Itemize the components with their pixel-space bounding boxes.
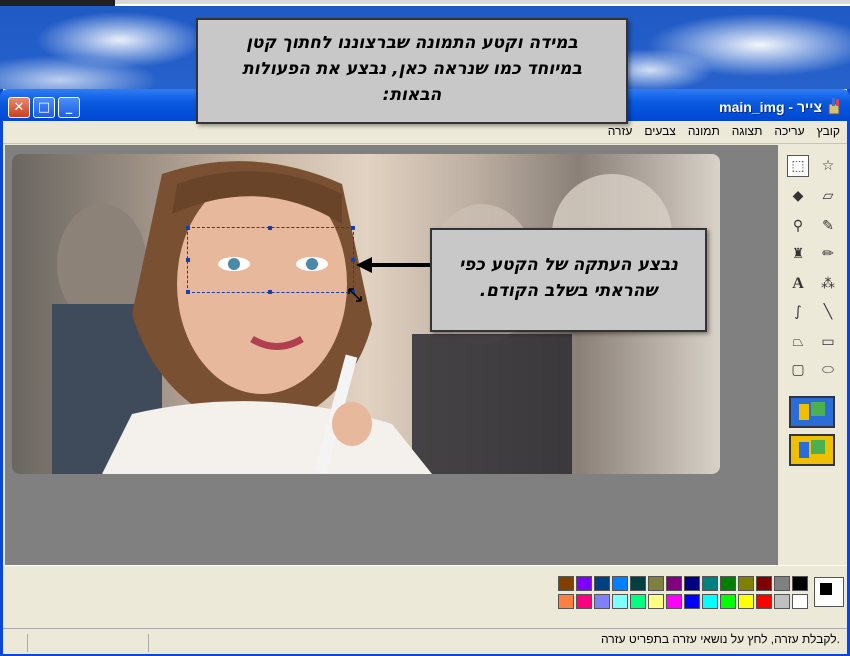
color-swatch[interactable] <box>756 594 772 609</box>
curve-icon[interactable]: ∫ <box>787 301 809 323</box>
text-icon[interactable]: A <box>787 273 809 295</box>
transparent-option-icon[interactable] <box>789 434 835 466</box>
color-swatch[interactable] <box>576 576 592 591</box>
color-swatch[interactable] <box>738 594 754 609</box>
airbrush-icon[interactable]: ⁂ <box>817 273 839 295</box>
rect-select-icon[interactable]: ⬚ <box>787 155 809 177</box>
color-swatch[interactable] <box>702 576 718 591</box>
status-pane-2 <box>28 634 149 652</box>
fill-icon[interactable]: ◆ <box>787 185 809 207</box>
color-swatch[interactable] <box>612 594 628 609</box>
top-window-edge <box>0 0 850 6</box>
color-swatch[interactable] <box>774 594 790 609</box>
status-text: לקבלת עזרה, לחץ על נושאי עזרה בתפריט עזר… <box>601 632 840 646</box>
window-title: main_img - צייר <box>719 99 822 115</box>
free-select-icon[interactable]: ☆ <box>817 155 839 177</box>
line-icon[interactable]: ╲ <box>817 301 839 323</box>
menu-items: קובץ עריכה תצוגה תמונה צבעים עזרה <box>608 124 840 138</box>
color-swatch[interactable] <box>648 594 664 609</box>
menu-edit[interactable]: עריכה <box>774 124 804 138</box>
brush-icon[interactable]: ♜ <box>787 243 809 265</box>
pointer-arrow-icon <box>356 257 430 273</box>
color-swatch[interactable] <box>774 576 790 591</box>
polygon-icon[interactable]: ⏢ <box>787 331 809 353</box>
paint-app-icon <box>828 98 840 115</box>
color-swatch[interactable] <box>684 594 700 609</box>
color-swatch[interactable] <box>630 594 646 609</box>
menu-colors[interactable]: צבעים <box>644 124 675 138</box>
foreground-color[interactable] <box>819 582 833 596</box>
close-button[interactable]: ✕ <box>8 97 30 118</box>
color-swatch[interactable] <box>612 576 628 591</box>
color-swatch[interactable] <box>576 594 592 609</box>
opaque-option-icon[interactable] <box>789 396 835 428</box>
resize-cursor-icon <box>348 288 362 302</box>
ellipse-icon[interactable]: ⬭ <box>817 359 839 381</box>
color-swatch[interactable] <box>558 576 574 591</box>
color-swatch[interactable] <box>648 576 664 591</box>
color-swatch[interactable] <box>792 576 808 591</box>
color-swatch[interactable] <box>684 576 700 591</box>
menu-image[interactable]: תמונה <box>688 124 720 138</box>
menu-help[interactable]: עזרה <box>608 124 633 138</box>
color-swatch[interactable] <box>630 576 646 591</box>
instruction-callout-side: נבצע העתקה של הקטע כפי שהראתי בשלב הקודם… <box>430 228 707 332</box>
rounded-rect-icon[interactable]: ▢ <box>787 359 809 381</box>
eraser-icon[interactable]: ▱ <box>817 185 839 207</box>
pencil-icon[interactable]: ✏ <box>817 243 839 265</box>
rectangle-icon[interactable]: ▭ <box>817 331 839 353</box>
color-swatch[interactable] <box>720 576 736 591</box>
color-swatch[interactable] <box>558 594 574 609</box>
toolbox: ☆ ⬚ ▱ ◆ ✎ ⚲ ✏ ♜ ⁂ A ╲ ∫ ▭ ⏢ ⬭ ▢ <box>780 145 847 565</box>
menu-file[interactable]: קובץ <box>817 124 840 138</box>
color-swatch[interactable] <box>594 594 610 609</box>
maximize-button[interactable]: □ <box>33 97 55 118</box>
selection-rectangle[interactable] <box>186 226 355 294</box>
color-swatch[interactable] <box>792 594 808 609</box>
status-pane-1 <box>5 634 28 652</box>
color-swatch[interactable] <box>756 576 772 591</box>
instruction-callout-top: במידה וקטע התמונה שברצוננו לחתוך קטן במי… <box>196 18 628 124</box>
color-swatch[interactable] <box>720 594 736 609</box>
window-controls: ✕ □ _ <box>8 97 80 118</box>
minimize-button[interactable]: _ <box>58 97 80 118</box>
color-swatch[interactable] <box>702 594 718 609</box>
color-selector-box <box>814 577 844 607</box>
menu-view[interactable]: תצוגה <box>732 124 763 138</box>
magnifier-icon[interactable]: ⚲ <box>787 215 809 237</box>
color-swatch[interactable] <box>666 594 682 609</box>
color-swatch[interactable] <box>666 576 682 591</box>
color-picker-icon[interactable]: ✎ <box>817 215 839 237</box>
color-swatch[interactable] <box>738 576 754 591</box>
color-swatch[interactable] <box>594 576 610 591</box>
